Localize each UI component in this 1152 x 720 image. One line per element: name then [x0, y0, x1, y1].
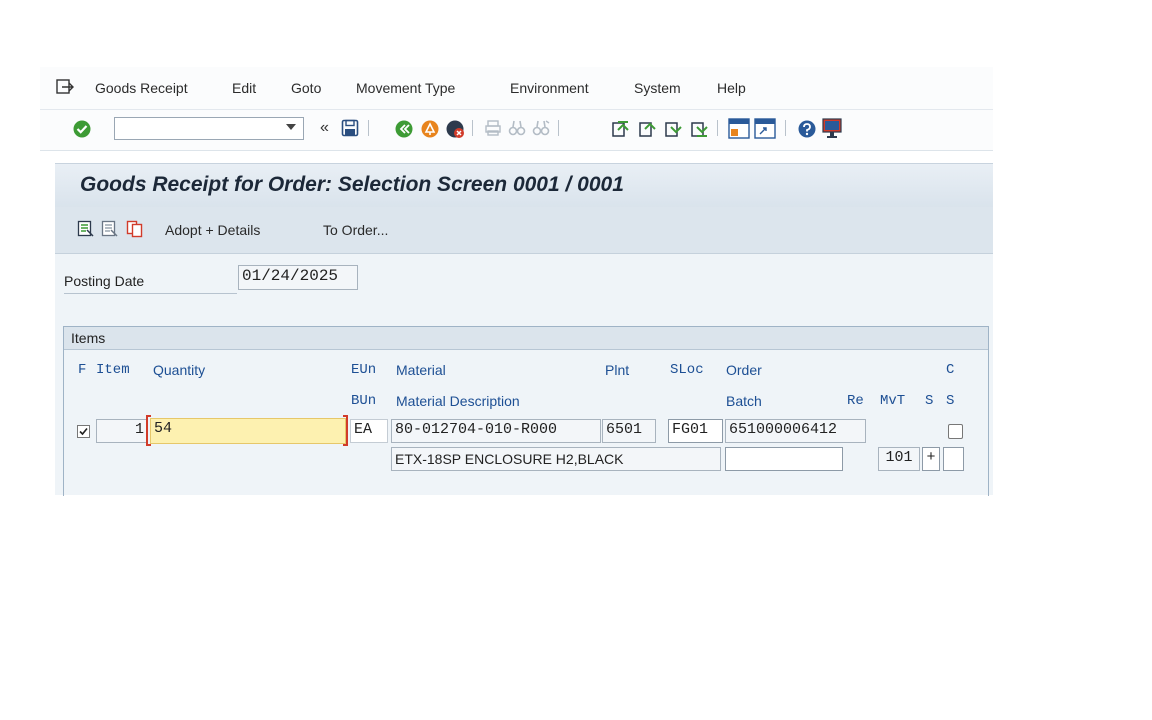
- customize-layout-icon[interactable]: [822, 118, 842, 139]
- sap-window: Goods Receipt Edit Goto Movement Type En…: [40, 67, 993, 496]
- select-all-icon[interactable]: [77, 220, 95, 238]
- back-icon[interactable]: [394, 119, 414, 139]
- exit-icon[interactable]: [420, 119, 440, 139]
- col-header-plnt: Plnt: [605, 362, 630, 378]
- menu-goods-receipt[interactable]: Goods Receipt: [95, 80, 188, 96]
- collapse-toolbar-icon[interactable]: «: [320, 119, 329, 137]
- special-stock-field[interactable]: [943, 447, 964, 471]
- menu-goto[interactable]: Goto: [291, 80, 321, 96]
- order-field: 651000006412: [725, 419, 866, 443]
- col-header-eun: EUn: [351, 362, 377, 378]
- screen-title-bar: Goods Receipt for Order: Selection Scree…: [55, 163, 993, 208]
- create-session-icon[interactable]: [728, 118, 750, 139]
- c-s-checkbox[interactable]: [948, 424, 963, 439]
- find-next-icon[interactable]: [532, 119, 550, 137]
- menu-environment[interactable]: Environment: [510, 80, 589, 96]
- shortcut-icon[interactable]: [754, 118, 776, 139]
- find-icon[interactable]: [508, 119, 526, 137]
- movement-type-field: 101: [878, 447, 920, 471]
- application-toolbar: Adopt + Details To Order...: [55, 207, 993, 254]
- quantity-focus-bracket-right: [343, 415, 348, 446]
- to-order-button[interactable]: To Order...: [323, 222, 388, 238]
- posting-date-field[interactable]: 01/24/2025: [238, 265, 358, 290]
- items-group-header: Items: [64, 327, 988, 350]
- last-page-icon[interactable]: [689, 119, 709, 139]
- col-header-bun: BUn: [351, 393, 377, 409]
- command-dropdown-icon[interactable]: [286, 124, 296, 130]
- item-number-field: 1: [96, 419, 148, 443]
- checkmark-icon: [79, 427, 88, 436]
- col-header-quantity: Quantity: [153, 362, 206, 378]
- material-field: 80-012704-010-R000: [391, 419, 601, 443]
- col-header-item: Item: [96, 362, 130, 378]
- menu-system[interactable]: System: [634, 80, 681, 96]
- menu-bar: Goods Receipt Edit Goto Movement Type En…: [40, 67, 993, 110]
- material-description-field: ETX-18SP ENCLOSURE H2,BLACK: [391, 447, 721, 471]
- storage-location-field[interactable]: FG01: [668, 419, 723, 443]
- command-field[interactable]: [114, 117, 304, 140]
- copy-icon[interactable]: [126, 220, 144, 238]
- col-header-material-description: Material Description: [396, 393, 520, 409]
- page-title: Goods Receipt for Order: Selection Scree…: [80, 173, 624, 196]
- batch-field[interactable]: [725, 447, 843, 471]
- adopt-details-button[interactable]: Adopt + Details: [165, 222, 260, 238]
- menu-edit[interactable]: Edit: [232, 80, 256, 96]
- items-group-title: Items: [71, 330, 106, 346]
- col-header-sloc: SLoc: [670, 362, 704, 378]
- menu-movement-type[interactable]: Movement Type: [356, 80, 455, 96]
- quantity-input[interactable]: 54: [150, 418, 346, 444]
- previous-page-icon[interactable]: [637, 119, 657, 139]
- col-header-c: C: [946, 362, 955, 378]
- print-icon[interactable]: [484, 119, 502, 137]
- menu-help[interactable]: Help: [717, 80, 746, 96]
- save-icon[interactable]: [341, 119, 359, 137]
- col-header-mvt: MvT: [880, 393, 906, 409]
- next-page-icon[interactable]: [663, 119, 683, 139]
- help-icon[interactable]: [797, 119, 817, 139]
- quantity-focus-bracket-left: [146, 415, 151, 446]
- stock-indicator-field[interactable]: +: [922, 447, 940, 471]
- col-header-re: Re: [847, 393, 864, 409]
- plant-field: 6501: [602, 419, 656, 443]
- posting-date-label: Posting Date: [64, 273, 145, 289]
- col-header-order: Order: [726, 362, 762, 378]
- posting-date-underline: [64, 293, 237, 294]
- first-page-icon[interactable]: [610, 119, 630, 139]
- deselect-all-icon[interactable]: [101, 220, 119, 238]
- col-header-material: Material: [396, 362, 446, 378]
- col-header-s2: S: [946, 393, 955, 409]
- enter-check-icon[interactable]: [72, 119, 92, 139]
- col-header-s1: S: [925, 393, 934, 409]
- col-header-f: F: [78, 362, 87, 378]
- menu-exit-icon[interactable]: [56, 79, 74, 95]
- row-select-checkbox[interactable]: [77, 425, 90, 438]
- entry-unit-field[interactable]: EA: [350, 419, 388, 443]
- cancel-icon[interactable]: [445, 119, 465, 139]
- col-header-batch: Batch: [726, 393, 762, 409]
